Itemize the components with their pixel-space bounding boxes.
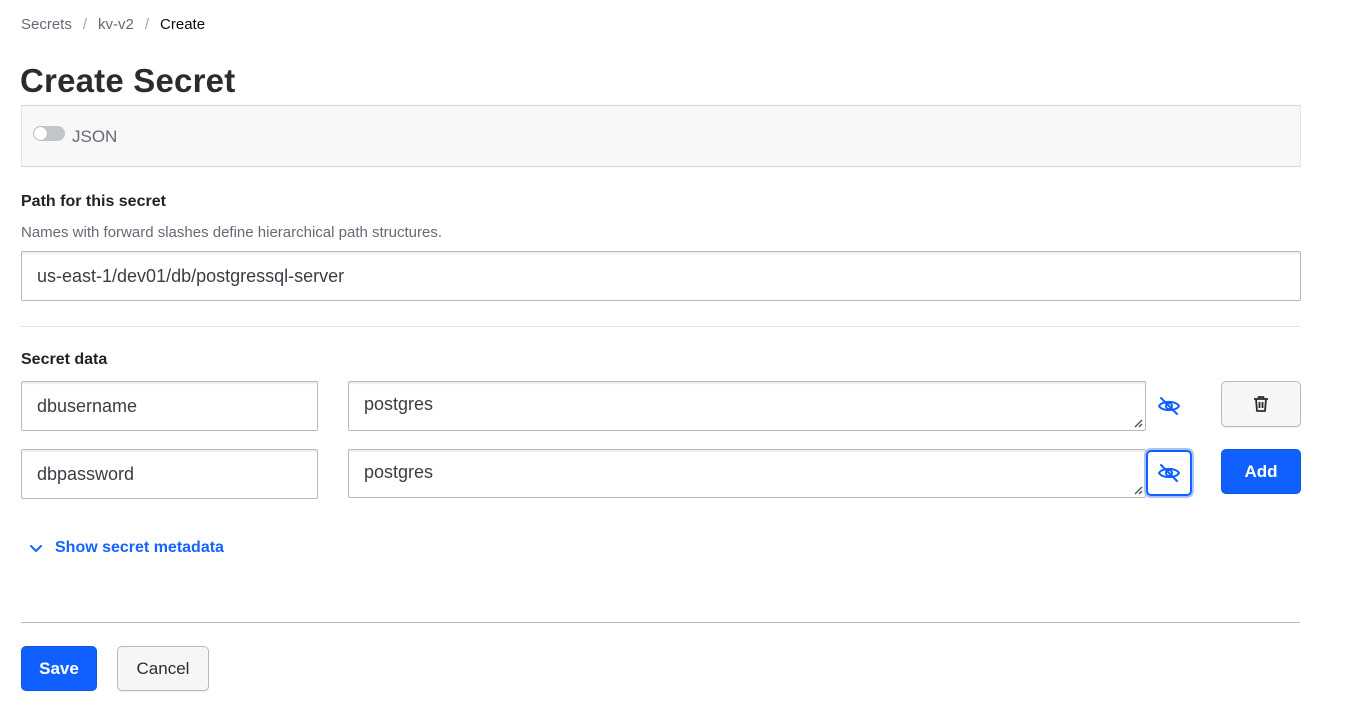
save-label: Save — [39, 658, 79, 678]
trash-icon — [1254, 396, 1268, 412]
breadcrumb: Secrets / kv-v2 / Create — [21, 16, 205, 33]
secret-key-input[interactable]: dbpassword — [21, 449, 318, 499]
add-row-label: Add — [1244, 461, 1278, 481]
cancel-button[interactable]: Cancel — [117, 646, 209, 691]
path-input-value: us-east-1/dev01/db/postgressql-server — [37, 265, 345, 286]
toggle-visibility-button[interactable] — [1146, 383, 1192, 429]
secret-value-textarea[interactable]: postgres — [348, 381, 1146, 431]
json-toggle-bar: JSON — [21, 105, 1301, 167]
json-toggle-switch[interactable] — [33, 126, 65, 141]
resize-grip-icon[interactable] — [1133, 485, 1143, 495]
path-helper-text: Names with forward slashes define hierar… — [21, 224, 443, 241]
breadcrumb-separator: / — [82, 16, 88, 33]
secret-key-input[interactable]: dbusername — [21, 381, 318, 431]
breadcrumb-separator: / — [144, 16, 150, 33]
show-metadata-toggle[interactable]: Show secret metadata — [28, 539, 224, 557]
json-toggle-label: JSON — [72, 127, 118, 146]
path-label: Path for this secret — [21, 193, 166, 210]
secret-value-textarea[interactable]: postgres — [348, 449, 1146, 498]
delete-row-button[interactable] — [1221, 381, 1301, 427]
section-divider — [21, 326, 1300, 327]
create-secret-page: Secrets / kv-v2 / Create Create Secret J… — [0, 0, 1353, 708]
secret-data-label: Secret data — [21, 351, 108, 368]
eye-slash-icon — [1158, 397, 1180, 415]
resize-grip-icon[interactable] — [1133, 418, 1143, 428]
breadcrumb-link-secrets[interactable]: Secrets — [21, 16, 72, 33]
eye-slash-icon — [1158, 464, 1180, 482]
footer-divider — [21, 622, 1300, 623]
toggle-knob — [34, 127, 47, 140]
cancel-label: Cancel — [136, 658, 190, 678]
secret-value-text: postgres — [364, 462, 434, 482]
toggle-visibility-button[interactable] — [1146, 450, 1192, 496]
add-row-button[interactable]: Add — [1221, 449, 1301, 494]
secret-key-value: dbpassword — [37, 463, 135, 484]
secret-key-value: dbusername — [37, 395, 138, 416]
page-title: Create Secret — [20, 62, 236, 99]
breadcrumb-current: Create — [160, 16, 206, 33]
secret-value-text: postgres — [364, 394, 434, 414]
chevron-down-icon — [30, 545, 42, 552]
show-metadata-label: Show secret metadata — [55, 539, 224, 556]
path-input[interactable]: us-east-1/dev01/db/postgressql-server — [21, 251, 1301, 301]
save-button[interactable]: Save — [21, 646, 97, 691]
breadcrumb-link-kv-v2[interactable]: kv-v2 — [98, 16, 134, 33]
